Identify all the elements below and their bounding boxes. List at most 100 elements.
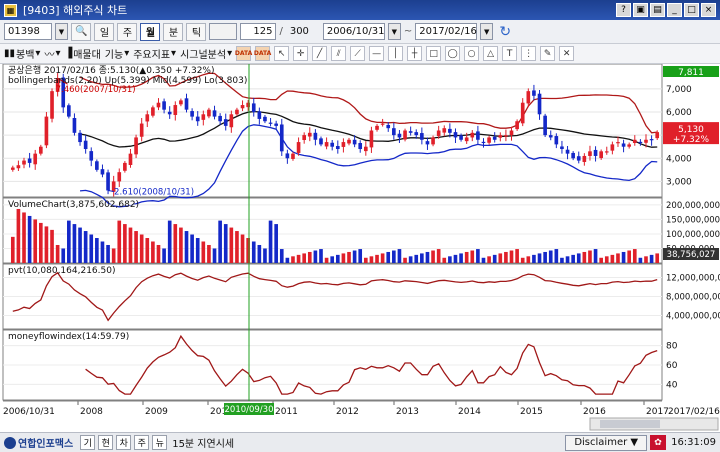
end-date-dropdown-icon[interactable]: ▼ xyxy=(480,23,494,40)
triangle-icon[interactable]: △ xyxy=(483,46,499,61)
period-minute[interactable]: 분 xyxy=(163,22,184,41)
candle-body xyxy=(16,165,21,169)
volume-bar xyxy=(487,256,491,263)
maximize-icon[interactable]: □ xyxy=(684,3,699,17)
title-bar[interactable]: ▦ [9403] 해외주식 차트 ? ▣ ▤ _ □ × xyxy=(0,0,720,20)
candle-body xyxy=(347,139,351,144)
nav-button-5[interactable]: 뉴 xyxy=(152,435,168,450)
volume-bar xyxy=(167,220,172,263)
candle-body xyxy=(240,105,245,109)
volume-bar xyxy=(582,251,587,263)
candle-body xyxy=(509,130,514,136)
ellipse-icon[interactable]: ◯ xyxy=(445,46,461,61)
volume-bar xyxy=(61,248,66,263)
start-date-dropdown-icon[interactable]: ▼ xyxy=(387,23,401,40)
candle-body xyxy=(173,105,178,115)
function-menu[interactable]: 기능 ▾ xyxy=(105,46,129,61)
nav-button-4[interactable]: 주 xyxy=(134,435,150,450)
chart-area[interactable]: 7,0006,0005,0004,0003,0007.460(2007/10/3… xyxy=(0,63,720,434)
volume-bar xyxy=(431,250,435,263)
cursor-icon[interactable]: ↖ xyxy=(274,46,290,61)
candle-body xyxy=(139,123,144,137)
nav-button-3[interactable]: 차 xyxy=(116,435,132,450)
parallel-lines-icon[interactable]: ⫽ xyxy=(331,46,347,61)
refresh-icon[interactable]: ↻ xyxy=(496,23,514,41)
volume-bar xyxy=(257,244,262,263)
candle-body xyxy=(537,93,542,115)
mfi-tick-label: 80 xyxy=(666,342,678,352)
delete-icon[interactable]: ✕ xyxy=(559,46,575,61)
data-export-icon[interactable]: DATA xyxy=(235,46,252,61)
chart-toolbar: ▮▮ 봉백 ▾ 〰 ▾ ▐ 매물대 기능 ▾ 주요지표 ▾ 시그널분석 ▾ DATA DATA… xyxy=(0,44,720,64)
chart-svg[interactable]: 7,0006,0005,0004,0003,0007.460(2007/10/3… xyxy=(0,63,720,434)
trendline-icon[interactable]: ╱ xyxy=(312,46,328,61)
candle-body xyxy=(235,109,239,115)
end-date-input[interactable]: 2017/02/16 xyxy=(415,23,478,40)
symbol-dropdown-icon[interactable]: ▼ xyxy=(55,23,68,40)
indicator-menu[interactable]: 주요지표 ▾ xyxy=(133,46,176,61)
broker-logo: 연합인포맥스 xyxy=(4,435,73,450)
horizontal-line-icon[interactable]: — xyxy=(369,46,385,61)
pin-icon[interactable]: ▤ xyxy=(650,3,665,17)
volume-bar xyxy=(537,253,542,263)
period-monthly[interactable]: 월 xyxy=(140,22,161,41)
volume-tick-label: 200,000,000 xyxy=(666,201,720,211)
candle-body xyxy=(520,102,525,124)
volume-bar xyxy=(263,248,267,263)
volume-bar xyxy=(145,238,150,263)
count-input[interactable]: 125 xyxy=(240,23,277,40)
help-icon[interactable]: ? xyxy=(616,3,631,17)
nav-button-1[interactable]: 기 xyxy=(80,435,96,450)
volume-bar xyxy=(33,219,38,263)
period-weekly[interactable]: 주 xyxy=(117,22,138,41)
candle-body xyxy=(498,135,503,138)
minimize-icon[interactable]: _ xyxy=(667,3,682,17)
volume-bar xyxy=(414,254,419,263)
signal-menu[interactable]: 시그널분석 ▾ xyxy=(180,46,232,61)
close-icon[interactable]: × xyxy=(701,3,716,17)
nav-button-2[interactable]: 현 xyxy=(98,435,114,450)
period-tick[interactable]: 틱 xyxy=(186,22,207,41)
volume-bar xyxy=(403,257,407,263)
volume-bar xyxy=(10,236,15,263)
candle-body xyxy=(408,131,413,133)
x-axis-label: 2015 xyxy=(520,407,543,417)
fan-icon[interactable]: ⟋ xyxy=(350,46,366,61)
volume-bar xyxy=(156,244,161,263)
volume-bar xyxy=(22,212,26,263)
chart-type-menu[interactable]: 〰 ▾ xyxy=(44,46,60,61)
candle-body xyxy=(257,111,262,119)
data-settings-icon[interactable]: DATA xyxy=(254,46,271,61)
volume-bar xyxy=(302,253,307,263)
candle-type-menu[interactable]: ▮▮ 봉백 ▾ xyxy=(4,46,40,61)
x-axis-label: 2011 xyxy=(275,407,298,417)
start-date-input[interactable]: 2006/10/31 xyxy=(322,23,385,40)
text-icon[interactable]: T xyxy=(502,46,518,61)
x-axis-label: 2009 xyxy=(145,407,168,417)
disclaimer-button[interactable]: Disclaimer ▼ xyxy=(565,434,648,451)
symbol-input[interactable]: 01398 xyxy=(4,23,52,40)
candle-body xyxy=(464,137,469,142)
search-icon[interactable]: 🔍 xyxy=(71,22,92,41)
volume-profile-menu[interactable]: ▐ 매물대 xyxy=(64,46,100,61)
volume-bar xyxy=(588,250,592,263)
period-daily[interactable]: 일 xyxy=(94,22,115,41)
volume-bar xyxy=(509,250,514,263)
eraser-icon[interactable]: ✎ xyxy=(540,46,556,61)
candle-body xyxy=(313,132,318,140)
rectangle-icon[interactable]: □ xyxy=(426,46,442,61)
fibonacci-icon[interactable]: ⋮ xyxy=(521,46,537,61)
mfi-caption: moneyflowindex(14:59.79) xyxy=(8,332,129,342)
link-icon[interactable]: ▣ xyxy=(633,3,648,17)
candle-body xyxy=(363,146,368,152)
vertical-line-icon[interactable]: │ xyxy=(388,46,404,61)
circle-icon[interactable]: ○ xyxy=(464,46,480,61)
interval-input[interactable] xyxy=(209,23,238,40)
volume-bar xyxy=(638,257,643,263)
candle-body xyxy=(330,142,335,147)
crosshair-icon[interactable]: ✛ xyxy=(293,46,309,61)
bollinger-caption: bollingerbands(2,20) Up(5.399) Mid(4.599… xyxy=(8,76,247,86)
candle-body xyxy=(195,116,200,122)
candle-body xyxy=(207,109,211,117)
cross-line-icon[interactable]: ┼ xyxy=(407,46,423,61)
